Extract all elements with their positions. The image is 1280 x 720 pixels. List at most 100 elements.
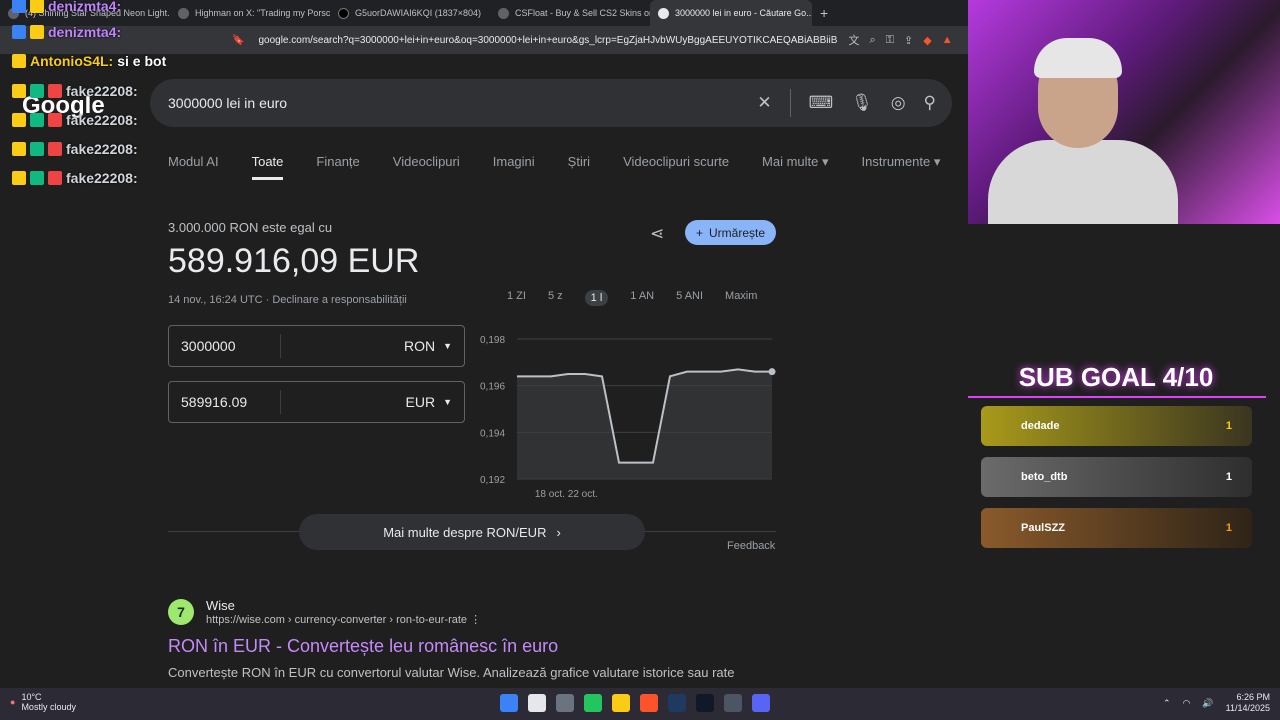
translate-icon[interactable]: 文 — [848, 32, 859, 48]
tab-videos[interactable]: Videoclipuri — [393, 154, 460, 180]
wise-logo-icon: 7 — [168, 599, 194, 625]
widgets-icon[interactable] — [584, 694, 602, 712]
range-5y[interactable]: 5 ANI — [676, 290, 703, 306]
streamer-cap — [1034, 38, 1122, 78]
url-field[interactable]: google.com/search?q=3000000+lei+in+euro&… — [258, 35, 838, 46]
to-amount-value[interactable]: 589916.09 — [169, 390, 281, 414]
range-max[interactable]: Maxim — [725, 290, 757, 306]
range-1d[interactable]: 1 ZI — [507, 290, 526, 306]
wifi-icon[interactable]: ◠ — [1183, 698, 1191, 709]
tab-all[interactable]: Toate — [251, 154, 284, 180]
to-amount-field[interactable]: 589916.09 EUR ▼ — [168, 381, 465, 423]
google-icon — [658, 7, 669, 19]
chat-message: fake22208: — [12, 83, 142, 99]
y-tick-label: 0,196 — [480, 382, 505, 393]
tab-finance[interactable]: Finanțe — [316, 154, 359, 180]
tab-news[interactable]: Știri — [568, 154, 590, 180]
browser-tab[interactable]: CSFloat - Buy & Sell CS2 Skins on the... — [490, 0, 650, 26]
follow-button[interactable]: + Urmărește — [685, 220, 776, 245]
chat-message: denizmta4: — [12, 0, 125, 14]
dropdown-icon: ▼ — [443, 341, 452, 351]
crown-icon — [12, 84, 26, 98]
plus-icon: + — [695, 225, 703, 240]
tab-short-videos[interactable]: Videoclipuri scurte — [623, 154, 729, 180]
result-source[interactable]: 7 Wise https://wise.com › currency-conve… — [168, 598, 768, 626]
more-options-icon[interactable]: ⋮ — [470, 614, 481, 626]
range-5d[interactable]: 5 z — [548, 290, 563, 306]
file-explorer-icon[interactable] — [612, 694, 630, 712]
brave-rewards-icon[interactable]: ▲ — [942, 34, 953, 46]
share-icon[interactable]: ⋖ — [650, 224, 664, 244]
chart-range-selector: 1 ZI 5 z 1 l 1 AN 5 ANI Maxim — [507, 290, 757, 306]
gift-icon — [30, 142, 44, 156]
weather-icon: ● — [10, 697, 16, 707]
crown-icon — [12, 142, 26, 156]
chat-message: AntonioS4L: si e bot — [12, 53, 166, 69]
clear-icon[interactable]: ✕ — [757, 93, 771, 113]
search-icon[interactable]: ⚲ — [924, 93, 936, 113]
prime-icon — [48, 142, 62, 156]
volume-icon[interactable]: 🔊 — [1202, 698, 1213, 709]
divider — [789, 89, 791, 117]
prime-icon — [48, 113, 62, 127]
y-tick-label: 0,194 — [480, 428, 505, 439]
converter-result: 589.916,09 EUR — [168, 242, 420, 280]
chevron-up-icon[interactable]: ⌃ — [1163, 698, 1171, 709]
crown-icon — [12, 171, 26, 185]
brave-shield-icon[interactable]: ◆ — [923, 34, 931, 47]
from-currency-label: RON — [403, 338, 436, 354]
search-input[interactable]: 3000000 lei in euro ✕ ⌨ 🎙 ◎ ⚲ — [150, 79, 952, 127]
weather-widget[interactable]: ● 10°C Mostly cloudy — [10, 692, 76, 712]
terminal-icon[interactable] — [696, 694, 714, 712]
from-amount-field[interactable]: 3000000 RON ▼ — [168, 325, 465, 367]
brave-icon[interactable] — [640, 694, 658, 712]
gift-icon — [30, 113, 44, 127]
taskview-icon[interactable] — [556, 694, 574, 712]
more-about-button[interactable]: Mai multe despre RON/EUR › — [299, 514, 645, 550]
browser-tab-active[interactable]: 3000000 lei in euro - Căutare Go...✕ — [650, 0, 812, 26]
result-title-link[interactable]: RON în EUR - Convertește leu românesc în… — [168, 636, 768, 657]
discord-icon[interactable] — [752, 694, 770, 712]
from-amount-value[interactable]: 3000000 — [169, 334, 281, 358]
app-icon[interactable] — [724, 694, 742, 712]
range-1m[interactable]: 1 l — [584, 290, 609, 306]
bookmark-icon[interactable]: 🔖 — [232, 35, 244, 46]
search-tabs: Modul AI Toate Finanțe Videoclipuri Imag… — [168, 154, 940, 180]
windows-start-icon[interactable] — [500, 694, 518, 712]
converter-timestamp: 14 nov., 16:24 UTC · Declinare a respons… — [168, 294, 407, 306]
feedback-link[interactable]: Feedback — [727, 540, 775, 552]
x-logo-icon — [338, 7, 349, 19]
share-page-icon[interactable]: ⇪ — [904, 34, 913, 47]
search-result: 7 Wise https://wise.com › currency-conve… — [168, 598, 768, 680]
weather-temp: 10°C — [21, 692, 42, 702]
steam-icon[interactable] — [668, 694, 686, 712]
to-currency-select[interactable]: EUR ▼ — [406, 394, 452, 410]
x-tick-label: 22 oct. — [568, 489, 598, 499]
lens-icon[interactable]: ◎ — [891, 93, 906, 113]
exchange-rate-chart[interactable]: 0,198 0,196 0,194 0,192 18 oct. 22 oct. — [472, 329, 782, 499]
stream-overlay-panel: SUB GOAL 4/10 dedade 1 beto_dtb 1 PaulSZZ 1 — [968, 224, 1280, 688]
tab-tools[interactable]: Instrumente ▾ — [862, 154, 941, 180]
new-tab-button[interactable]: + — [812, 0, 836, 26]
y-tick-label: 0,198 — [480, 335, 505, 346]
data-point — [768, 368, 776, 376]
tab-more[interactable]: Mai multe ▾ — [762, 154, 829, 180]
tab-tools-label: Instrumente — [861, 154, 931, 169]
tab-images[interactable]: Imagini — [493, 154, 535, 180]
csfloat-icon — [498, 7, 509, 19]
result-snippet: Convertește RON în EUR cu convertorul va… — [168, 665, 735, 680]
range-1y[interactable]: 1 AN — [630, 290, 654, 306]
from-currency-select[interactable]: RON ▼ — [404, 338, 452, 354]
tab-more-label: Mai multe — [762, 154, 819, 169]
result-breadcrumb: https://wise.com › currency-converter › … — [206, 614, 482, 626]
keyboard-icon[interactable]: ⌨ — [809, 93, 834, 113]
microphone-icon[interactable]: 🎙 — [851, 93, 873, 113]
clock[interactable]: 6:26 PM 11/14/2025 — [1226, 692, 1270, 714]
browser-tab[interactable]: G5uorDAWIAI6KQI (1837×804) — [330, 0, 490, 26]
converter-subtitle: 3.000.000 RON este egal cu — [168, 220, 333, 235]
key-icon[interactable]: ⚿ — [886, 34, 894, 47]
webcam-feed — [968, 0, 1280, 224]
search-icon[interactable] — [528, 694, 546, 712]
chat-message: fake22208: — [12, 112, 142, 128]
zoom-icon[interactable]: ⌕ — [869, 34, 875, 47]
